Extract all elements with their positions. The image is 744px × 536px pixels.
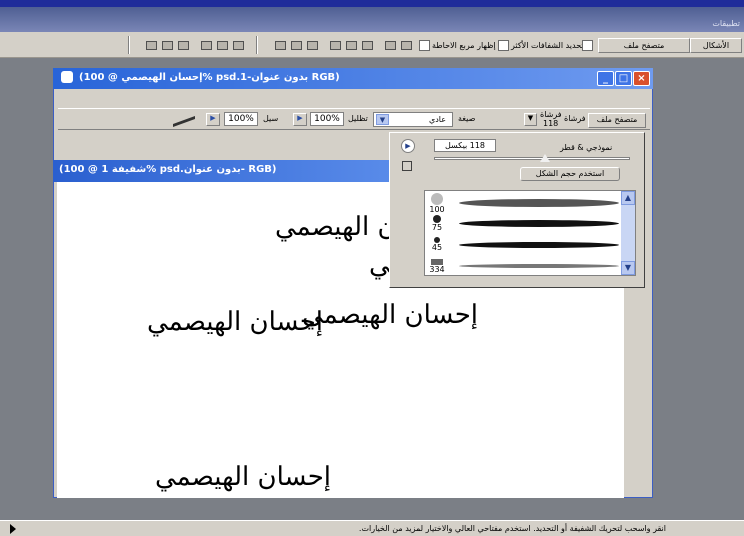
toolbar-separator xyxy=(256,36,258,54)
tab-shapes[interactable]: الأشكال xyxy=(690,38,742,53)
distribute-bottom-icon[interactable] xyxy=(307,41,318,50)
app-title-bar xyxy=(0,0,744,7)
brush-thumb[interactable]: 100 xyxy=(427,193,447,214)
align-middle-icon[interactable] xyxy=(162,41,173,50)
distribute-left-icon[interactable] xyxy=(330,41,341,50)
save-brush-icon[interactable] xyxy=(402,161,412,171)
show-bounding-box-label: إظهار مربع الاحاطة xyxy=(432,41,496,50)
mode-value: عادي xyxy=(428,115,446,124)
minimize-icon[interactable]: _ xyxy=(597,71,614,86)
airbrush-icon[interactable] xyxy=(173,110,195,128)
tab-file-browser[interactable]: متصفح ملف xyxy=(598,38,690,53)
mode-select[interactable]: ▼ عادي xyxy=(373,112,453,127)
mode-label: صيغة xyxy=(458,114,476,123)
flow-label: سيل xyxy=(263,114,279,123)
brush-size: 75 xyxy=(431,223,443,232)
canvas-text: إحسان الهيصمي xyxy=(155,462,331,492)
toolbar-separator xyxy=(128,36,130,54)
brush-picker-arrow[interactable]: ▼ xyxy=(524,113,537,126)
status-bar: انقر واسحب لتحريك الشفيفة أو التحديد. اس… xyxy=(0,520,744,536)
align-bottom-icon[interactable] xyxy=(178,41,189,50)
brush-stroke-preview xyxy=(459,242,619,248)
brush-stroke-preview xyxy=(459,199,619,207)
document-icon xyxy=(61,71,73,83)
distribute-right-icon[interactable] xyxy=(362,41,373,50)
inner-document-title: (شفيفة 1 @ 100% psd.بدون عنوان- RGB) xyxy=(59,164,277,175)
canvas-text: إحسان الهيصمي xyxy=(302,300,478,330)
menu-item-applications[interactable]: تطبيقات xyxy=(712,19,740,28)
brush-size-value: 118 xyxy=(543,119,559,128)
tab-file-browser-2[interactable]: متصفح ملف xyxy=(588,113,646,128)
brush-options-bar: ▶ 100% سيل ▶ 100% تظليل ▼ عادي صيغة ▼ فر… xyxy=(58,108,650,130)
flow-input[interactable]: 100% xyxy=(224,112,258,126)
maximize-icon[interactable]: □ xyxy=(615,71,632,86)
document-window-titlebar[interactable]: (إحسان الهيصمي @ 100% psd.بدون عنوان-1 R… xyxy=(53,68,653,89)
diameter-input[interactable]: 118 بيكسل xyxy=(434,139,496,152)
scroll-up-icon[interactable]: ▲ xyxy=(621,191,635,205)
align-top-icon[interactable] xyxy=(146,41,157,50)
diameter-slider-thumb[interactable] xyxy=(540,154,550,162)
brush-thumb[interactable]: 334 xyxy=(427,259,447,274)
opacity-label: تظليل xyxy=(348,114,368,123)
auto-select-layer-label: تحديد الشفافات الأكثر xyxy=(511,41,584,50)
show-bounding-box-checkbox[interactable] xyxy=(419,40,430,51)
brush-list[interactable]: 100 75 45 334 ▲ ▼ xyxy=(424,190,636,276)
diameter-slider-track[interactable] xyxy=(434,157,630,160)
distribute-center-icon[interactable] xyxy=(346,41,357,50)
brush-tab-label: فرشاة xyxy=(564,114,586,123)
use-sample-size-button[interactable]: استخدم حجم الشكل xyxy=(520,167,620,181)
inner-document-titlebar[interactable]: (شفيفة 1 @ 100% psd.بدون عنوان- RGB) xyxy=(53,160,398,182)
distribute-horizontal-icon[interactable] xyxy=(385,41,396,50)
flow-dropdown-arrow[interactable]: ▶ xyxy=(206,113,220,126)
brush-stroke-preview xyxy=(459,264,619,268)
panel-menu-icon[interactable]: ▶ xyxy=(401,139,415,153)
opacity-input[interactable]: 100% xyxy=(310,112,344,126)
opacity-dropdown-arrow[interactable]: ▶ xyxy=(293,113,307,126)
chevron-down-icon: ▼ xyxy=(376,114,389,125)
brush-size-label: فرشاة xyxy=(540,110,562,119)
brush-size: 334 xyxy=(429,265,445,274)
brush-list-scrollbar[interactable]: ▲ ▼ xyxy=(621,191,635,275)
align-right-icon[interactable] xyxy=(233,41,244,50)
distribute-vertical-icon[interactable] xyxy=(401,41,412,50)
distribute-middle-icon[interactable] xyxy=(291,41,302,50)
brush-size: 100 xyxy=(429,205,445,214)
options-bar: إظهار مربع الاحاطة تحديد الشفافات الأكثر… xyxy=(0,32,744,58)
diameter-label: نموذجي & قطر xyxy=(560,143,613,152)
brush-thumb[interactable]: 75 xyxy=(427,215,447,232)
align-center-icon[interactable] xyxy=(217,41,228,50)
document-window-title: (إحسان الهيصمي @ 100% psd.بدون عنوان-1 R… xyxy=(79,72,340,83)
status-menu-icon[interactable] xyxy=(10,524,16,534)
brush-size: 45 xyxy=(431,243,443,252)
brush-thumb[interactable]: 45 xyxy=(427,237,447,252)
auto-select-layer-checkbox[interactable] xyxy=(498,40,509,51)
scroll-down-icon[interactable]: ▼ xyxy=(621,261,635,275)
canvas-text: إحسان الهيصمي xyxy=(147,307,323,337)
option-checkbox[interactable] xyxy=(582,40,593,51)
brush-stroke-preview xyxy=(459,220,619,227)
distribute-top-icon[interactable] xyxy=(275,41,286,50)
status-text: انقر واسحب لتحريك الشفيفة أو التحديد. اس… xyxy=(358,524,666,533)
menu-strip: تطبيقات xyxy=(0,7,744,32)
align-left-icon[interactable] xyxy=(201,41,212,50)
close-icon[interactable]: × xyxy=(633,71,650,86)
